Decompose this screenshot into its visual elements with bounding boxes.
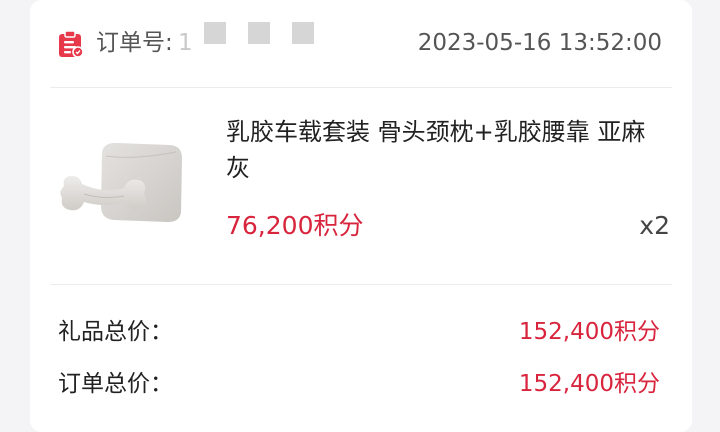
- gift-total-label: 礼品总价：: [58, 319, 173, 345]
- redaction-mask: [204, 22, 226, 44]
- product-quantity: x2: [639, 211, 670, 240]
- order-total-row: 订单总价： 152,400积分: [30, 364, 692, 404]
- product-name[interactable]: 乳胶车载套装 骨头颈枕+乳胶腰靠 亚麻灰: [226, 114, 646, 186]
- order-timestamp: 2023-05-16 13:52:00: [417, 30, 662, 56]
- product-image[interactable]: [54, 116, 194, 256]
- product-price: 76,200积分: [226, 211, 364, 240]
- redaction-mask: [248, 22, 270, 44]
- order-header: 订单号: 1 2023-05-16 13:52:00: [30, 0, 692, 86]
- gift-total-value: 152,400积分: [518, 319, 660, 345]
- order-card: 订单号: 1 2023-05-16 13:52:00 乳胶车载套装 骨头颈枕+乳…: [30, 0, 692, 432]
- divider: [50, 284, 672, 285]
- divider: [50, 87, 672, 88]
- clipboard-icon: [58, 30, 84, 58]
- order-total-label: 订单总价：: [58, 371, 173, 397]
- order-number-label: 订单号:: [96, 30, 173, 56]
- redaction-mask: [292, 22, 314, 44]
- order-number-value: 1: [178, 30, 193, 56]
- order-total-value: 152,400积分: [518, 371, 660, 397]
- gift-total-row: 礼品总价： 152,400积分: [30, 312, 692, 352]
